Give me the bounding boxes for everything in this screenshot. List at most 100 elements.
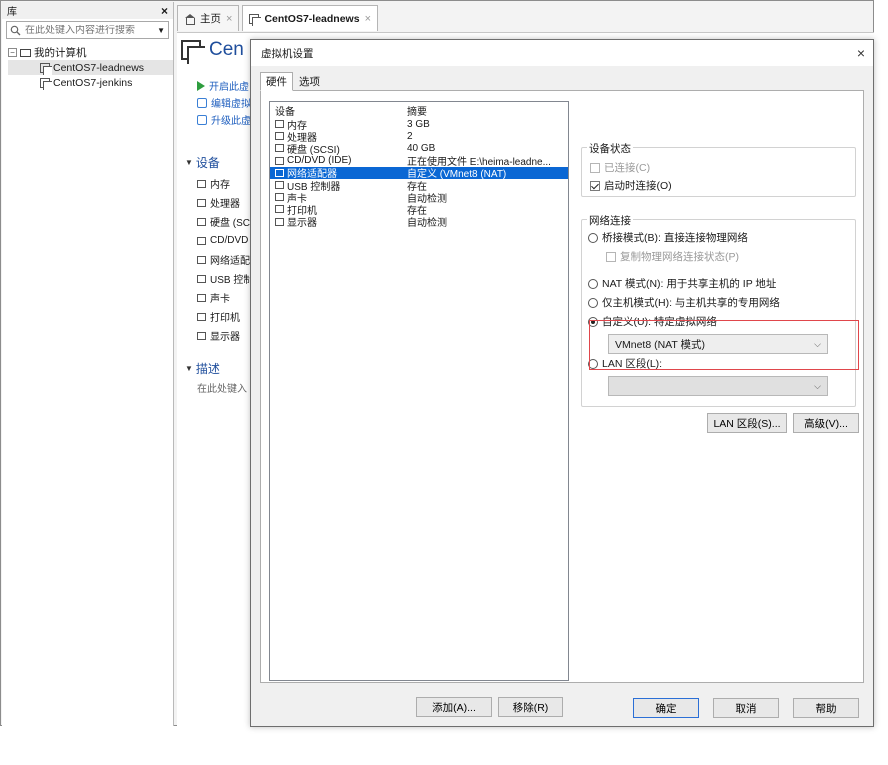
table-header: 设备 摘要 (270, 102, 568, 118)
summary-device-list: 内存 处理器 硬盘 (SC CD/DVD 网络适配 USB 控制 声卡 打印机 … (197, 174, 253, 345)
section-title: 设备 (195, 156, 220, 170)
group-title: 设备状态 (587, 141, 633, 156)
advanced-button[interactable]: 高级(V)... (793, 413, 859, 433)
dialog-body: 设备 摘要 内存 3 GB 处理器 2 硬盘 (SCSI) 40 GB CD/D… (260, 90, 864, 717)
ok-button[interactable]: 确定 (633, 698, 699, 718)
dialog-footer: 确定 取消 帮助 (251, 690, 873, 726)
app-window: 库 × ▼ − 我的计算机 CentOS7-leadnews CentOS7-j… (0, 0, 874, 727)
lan-segment-select[interactable]: ⌵ (608, 376, 828, 396)
device-summary: 3 GB (407, 118, 430, 130)
devices-section-header[interactable]: ▼ 设备 (185, 154, 220, 171)
lan-segments-button[interactable]: LAN 区段(S)... (707, 413, 787, 433)
edit-icon (197, 97, 207, 108)
network-connection-group: 网络连接 桥接模式(B): 直接连接物理网络 复制物理网络连接状态(P) NAT… (581, 213, 856, 407)
device-label: 内存 (210, 180, 230, 191)
tab-options[interactable]: 选项 (293, 72, 326, 91)
radio-icon (588, 297, 598, 308)
dialog-tabs: 硬件 选项 (260, 72, 326, 91)
search-dropdown-icon[interactable]: ▼ (157, 26, 165, 35)
usb-icon (275, 181, 284, 190)
summary-device-item[interactable]: 显示器 (197, 326, 253, 345)
summary-device-item[interactable]: 处理器 (197, 193, 253, 212)
close-icon[interactable]: × (365, 13, 371, 25)
upgrade-link[interactable]: 升级此虚 (197, 111, 251, 128)
library-search[interactable]: ▼ (6, 21, 169, 39)
processor-icon (275, 132, 284, 141)
display-icon (197, 331, 206, 340)
summary-device-item[interactable]: CD/DVD (197, 231, 253, 250)
radio-label: NAT 模式(N): 用于共享主机的 IP 地址 (602, 278, 777, 290)
close-icon[interactable]: × (226, 13, 232, 25)
printer-icon (197, 312, 206, 321)
hard-disk-icon (197, 217, 206, 226)
help-button[interactable]: 帮助 (793, 698, 859, 718)
bridged-radio[interactable]: 桥接模式(B): 直接连接物理网络 (588, 230, 748, 245)
printer-icon (275, 205, 284, 214)
table-row[interactable]: 显示器 自动检测 (270, 216, 568, 229)
library-pane: 库 × ▼ − 我的计算机 CentOS7-leadnews CentOS7-j… (2, 2, 174, 726)
description-section-header[interactable]: ▼ 描述 (185, 360, 220, 377)
action-label: 编辑虚拟 (211, 99, 251, 110)
radio-icon (588, 278, 598, 289)
device-label: USB 控制 (210, 275, 254, 286)
summary-device-item[interactable]: USB 控制 (197, 269, 253, 288)
tab-hardware[interactable]: 硬件 (260, 72, 293, 91)
radio-label: 仅主机模式(H): 与主机共享的专用网络 (602, 297, 780, 309)
chevron-down-icon: ⌵ (814, 380, 821, 391)
sound-card-icon (275, 193, 284, 202)
collapse-icon[interactable]: − (8, 48, 17, 57)
summary-device-item[interactable]: 硬盘 (SC (197, 212, 253, 231)
connect-on-power-checkbox[interactable]: 启动时连接(O) (590, 178, 672, 193)
description-hint[interactable]: 在此处键入 (197, 380, 247, 395)
network-adapter-icon (275, 168, 284, 177)
device-status-group: 设备状态 已连接(C) 启动时连接(O) (581, 141, 856, 197)
device-label: 声卡 (210, 294, 230, 305)
edit-settings-link[interactable]: 编辑虚拟 (197, 94, 251, 111)
summary-device-item[interactable]: 网络适配 (197, 250, 253, 269)
tree-item-vm[interactable]: CentOS7-jenkins (8, 75, 173, 90)
close-icon[interactable]: × (857, 45, 865, 61)
checkbox-icon (606, 251, 616, 262)
summary-device-item[interactable]: 内存 (197, 174, 253, 193)
vm-icon (40, 62, 52, 75)
library-tree: − 我的计算机 CentOS7-leadnews CentOS7-jenkins (2, 41, 173, 90)
cd-dvd-icon (197, 236, 206, 245)
device-table: 设备 摘要 内存 3 GB 处理器 2 硬盘 (SCSI) 40 GB CD/D… (269, 101, 569, 681)
column-header-summary[interactable]: 摘要 (407, 103, 565, 118)
section-title: 描述 (195, 362, 220, 376)
summary-device-item[interactable]: 声卡 (197, 288, 253, 307)
tree-item-label: CentOS7-leadnews (53, 61, 145, 74)
action-label: 开启此虚 (209, 82, 249, 93)
replicate-state-checkbox[interactable]: 复制物理网络连接状态(P) (606, 249, 739, 264)
memory-icon (275, 120, 284, 129)
device-label: 处理器 (210, 199, 240, 210)
checkbox-icon (590, 162, 600, 173)
host-only-radio[interactable]: 仅主机模式(H): 与主机共享的专用网络 (588, 295, 780, 310)
search-icon (10, 25, 21, 35)
tab-vm[interactable]: CentOS7-leadnews × (242, 5, 378, 31)
tab-label: CentOS7-leadnews (264, 12, 360, 25)
search-input[interactable] (25, 24, 143, 36)
collapse-arrow-icon: ▼ (185, 364, 193, 373)
usb-icon (197, 274, 206, 283)
column-header-device[interactable]: 设备 (275, 103, 407, 118)
library-close-icon[interactable]: × (161, 4, 168, 18)
tab-home[interactable]: 主页 × (177, 5, 240, 31)
vm-title-text: Cen (209, 39, 244, 60)
cancel-button[interactable]: 取消 (713, 698, 779, 718)
group-title: 网络连接 (587, 213, 633, 228)
nat-radio[interactable]: NAT 模式(N): 用于共享主机的 IP 地址 (588, 276, 776, 291)
tree-item-vm[interactable]: CentOS7-leadnews (8, 60, 173, 75)
radio-label: 桥接模式(B): 直接连接物理网络 (602, 232, 748, 244)
checkbox-label: 复制物理网络连接状态(P) (620, 251, 739, 263)
tab-bar: 主页 × CentOS7-leadnews × (177, 5, 378, 31)
processor-icon (197, 198, 206, 207)
device-label: 硬盘 (SC (210, 218, 250, 229)
connected-checkbox[interactable]: 已连接(C) (590, 160, 650, 175)
vm-icon (40, 77, 52, 90)
vm-actions: 开启此虚 编辑虚拟 升级此虚 (197, 77, 251, 128)
vm-icon (181, 40, 205, 64)
tree-item-my-computer[interactable]: − 我的计算机 (8, 45, 173, 60)
power-on-link[interactable]: 开启此虚 (197, 77, 251, 94)
summary-device-item[interactable]: 打印机 (197, 307, 253, 326)
